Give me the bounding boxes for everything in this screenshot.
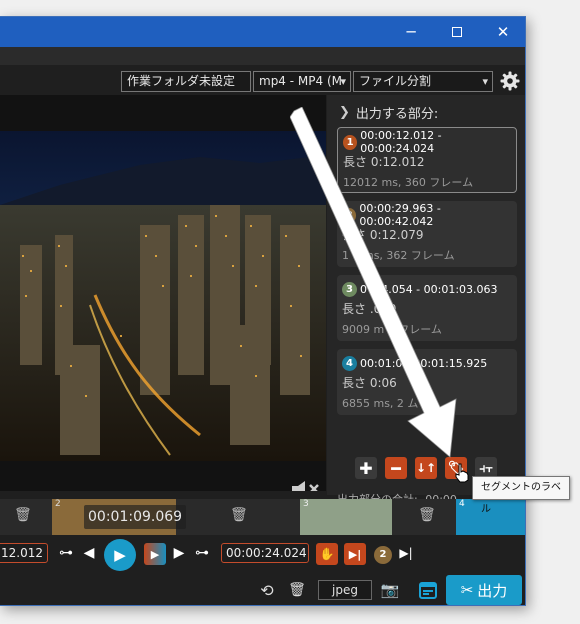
calendar-icon[interactable] [418, 580, 438, 600]
play-selection-button[interactable]: ▶ [144, 543, 166, 565]
trash-icon[interactable]: 🗑 [230, 507, 248, 523]
app-window: ─ ✕ 作業フォルダ未設定 mp4 - MP4 (M ファイル分割 [0, 16, 526, 606]
annotation-arrow [290, 107, 457, 458]
timeline-current-time: 00:01:09.069 [84, 505, 187, 529]
mute-icon[interactable] [290, 479, 322, 491]
skip-end-icon: ▶| [348, 547, 362, 561]
output-format-select[interactable]: mp4 - MP4 (M [253, 71, 351, 92]
next-frame-button[interactable]: ▶ [172, 544, 186, 562]
output-format-value: mp4 - MP4 (M [259, 74, 342, 88]
working-folder-button[interactable]: 作業フォルダ未設定 [121, 71, 251, 92]
play-segment-icon: ▶ [150, 547, 160, 561]
hand-cursor-icon [455, 463, 469, 483]
scissors-icon: ✂ [460, 581, 474, 599]
title-bar: ─ ✕ [0, 17, 525, 47]
gear-icon[interactable] [499, 70, 521, 92]
trash-icon[interactable]: 🗑 [418, 507, 436, 523]
maximize-button[interactable] [434, 17, 480, 47]
timeline-segment-label: 4 [459, 499, 465, 509]
rotate-icon[interactable]: ⟲ [256, 579, 278, 601]
next-segment-button[interactable]: ▶| [398, 544, 414, 562]
video-frame-image [0, 131, 326, 491]
tooltip: セグメントのラベル [472, 476, 570, 515]
set-cut-end-button[interactable]: ▶| [344, 543, 366, 565]
export-button[interactable]: ✂ 出力 [446, 575, 522, 605]
timeline-segment-label: 3 [303, 499, 309, 509]
output-mode-value: ファイル分割 [359, 74, 432, 88]
video-preview[interactable] [0, 95, 326, 491]
jump-to-cut-button[interactable]: ✋ [316, 543, 338, 565]
timeline-segment-3[interactable]: 3 [300, 499, 392, 535]
previous-frame-button[interactable]: ◀ [82, 544, 96, 562]
menu-bar [0, 47, 525, 65]
segment-start-time[interactable]: 12.012 [0, 543, 48, 563]
split-icon: ⫞⫟ [479, 460, 493, 475]
trash-icon[interactable]: 🗑 [287, 579, 307, 601]
play-button[interactable]: ▶ [104, 539, 136, 571]
timeline[interactable]: 2 3 4 🗑 🗑 🗑 00:01:09.069 [0, 499, 525, 535]
camera-icon[interactable]: 📷 [378, 579, 402, 601]
minimize-button[interactable]: ─ [388, 17, 434, 47]
trash-icon[interactable]: 🗑 [14, 507, 32, 523]
current-segment-badge: 2 [374, 546, 392, 564]
playback-controls: 12.012 ⊶ ◀ ▶ ▶ ▶ ⊶ 00:00:24.024 ✋ ▶| 2 ▶… [0, 539, 525, 571]
capture-format-select[interactable]: jpeg [318, 580, 372, 600]
close-button[interactable]: ✕ [480, 17, 525, 47]
bottom-bar: ⟲ 🗑 jpeg 📷 ✂ 出力 [0, 573, 525, 605]
export-label: 出力 [477, 581, 508, 600]
segment-end-time[interactable]: 00:00:24.024 [221, 543, 309, 563]
timeline-segment-4[interactable]: 4 [456, 499, 525, 535]
play-icon: ▶ [114, 546, 126, 564]
toolbar: 作業フォルダ未設定 mp4 - MP4 (M ファイル分割 [0, 65, 525, 95]
timeline-segment-label: 2 [55, 499, 61, 509]
output-mode-select[interactable]: ファイル分割 [353, 71, 493, 92]
hand-icon: ✋ [319, 547, 335, 561]
key-icon[interactable]: ⊶ [192, 544, 212, 562]
key-icon[interactable]: ⊶ [56, 544, 76, 562]
